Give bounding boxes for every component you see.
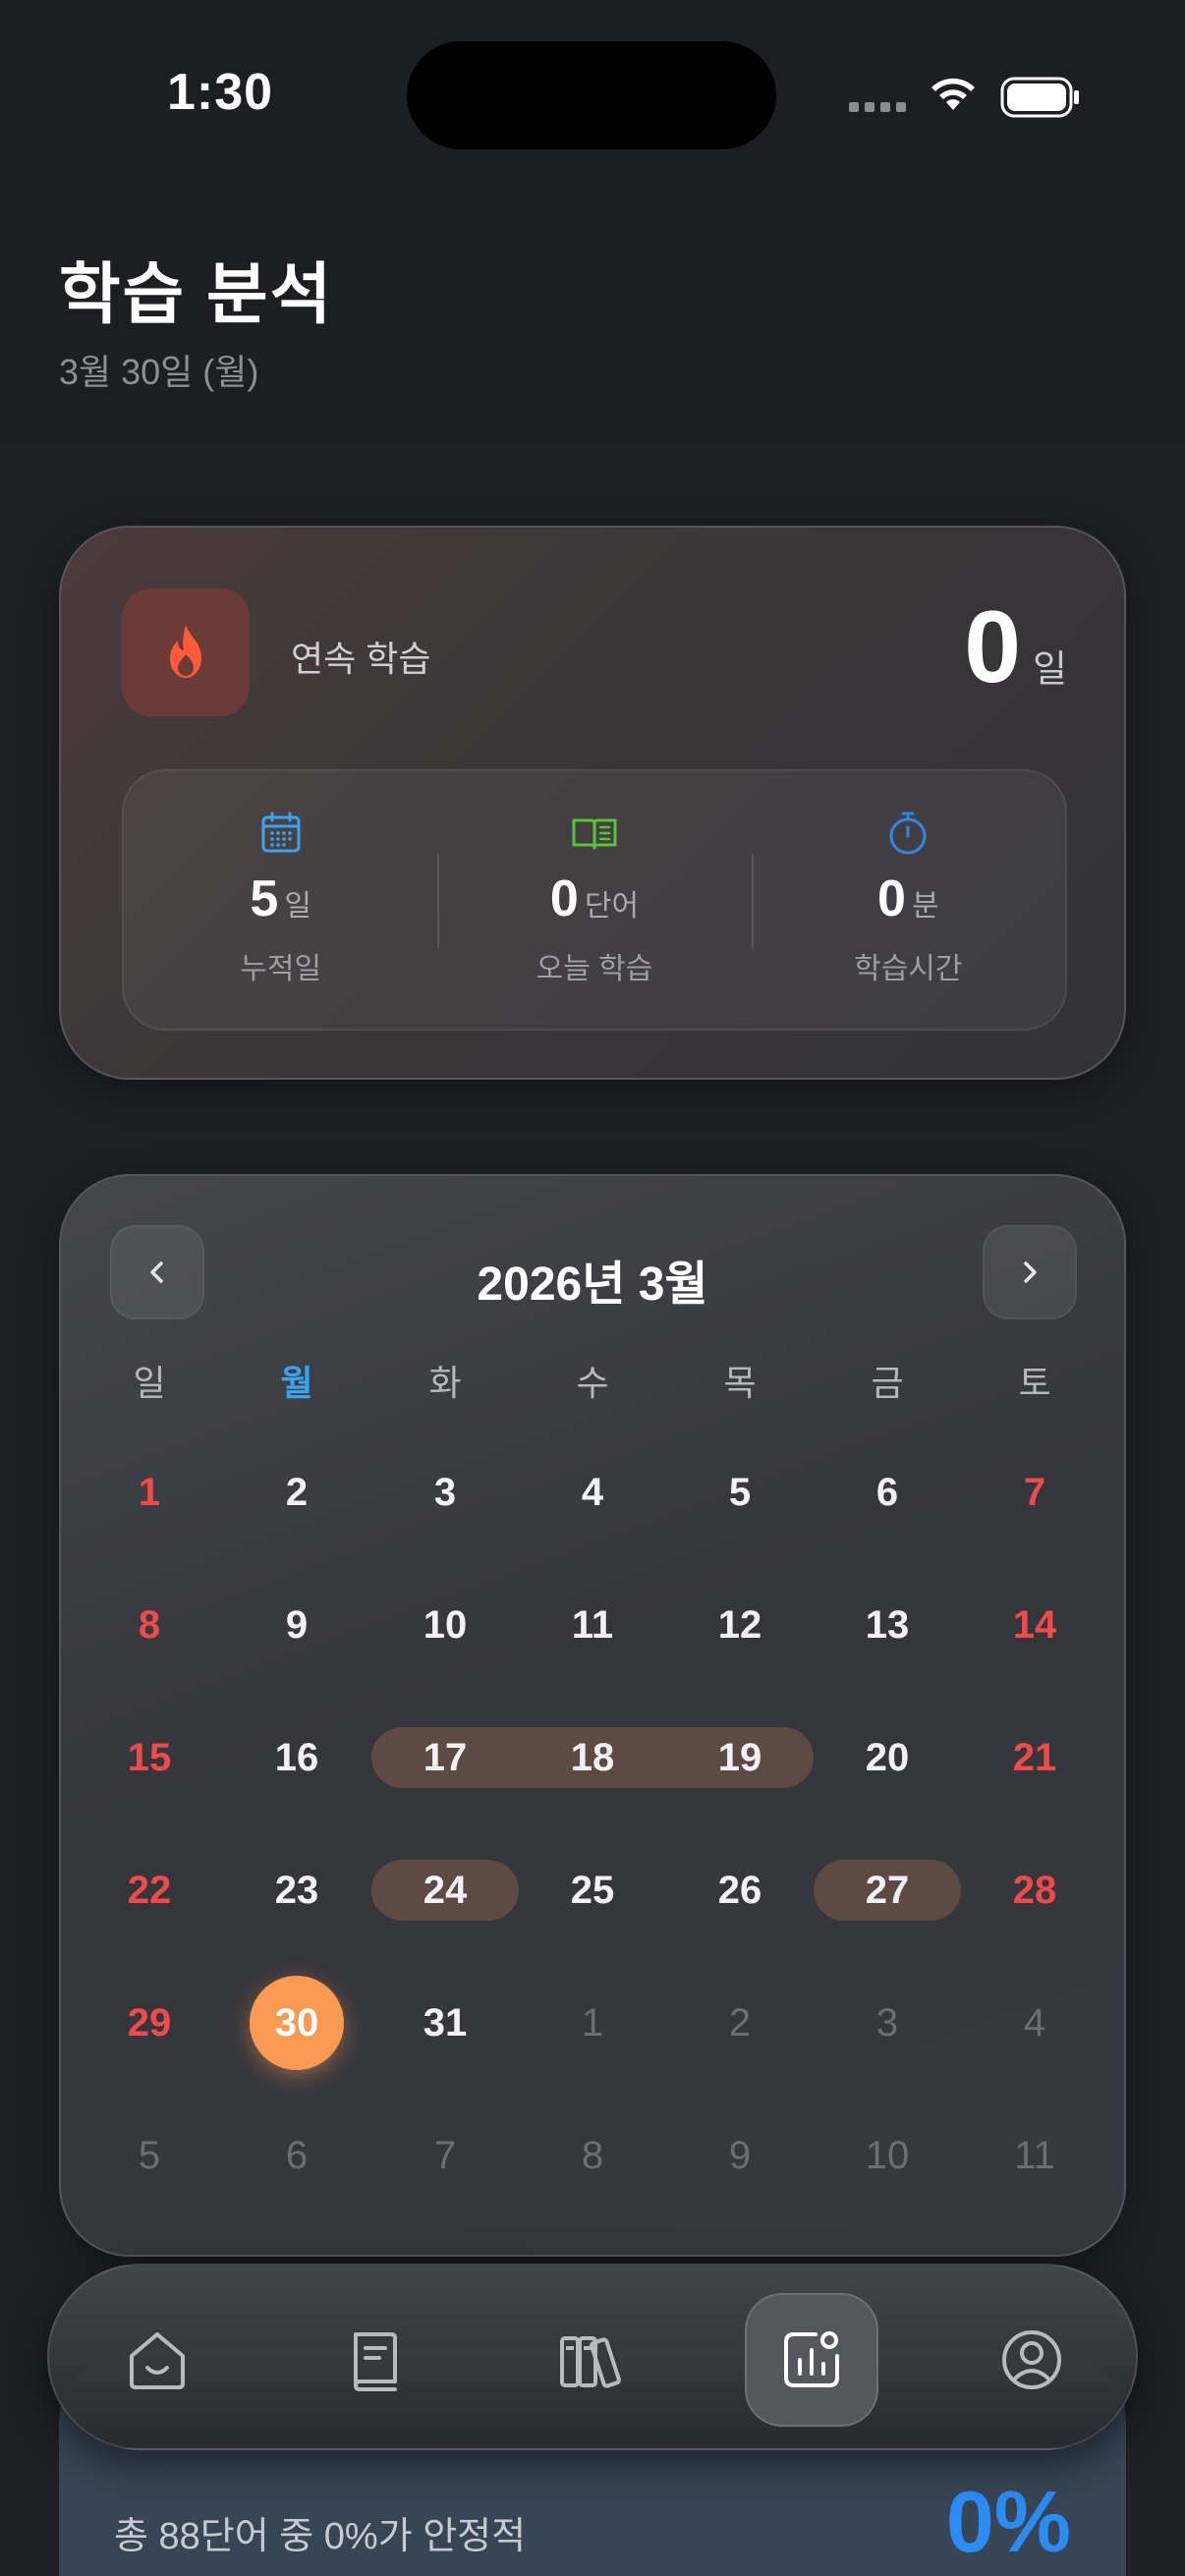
streak-number: 0 <box>964 590 1022 704</box>
page-title: 학습 분석 <box>59 257 334 332</box>
tab-bar <box>47 2264 1138 2450</box>
calendar-day[interactable]: 12 <box>681 1596 799 1654</box>
flame-icon <box>170 625 201 678</box>
calendar-day[interactable]: 17 <box>386 1728 504 1787</box>
calendar-day[interactable]: 11 <box>534 1596 651 1654</box>
tab-wordbook[interactable] <box>307 2293 440 2427</box>
stat-unit: 일 <box>284 890 311 923</box>
flame-badge <box>122 588 250 716</box>
calendar-day[interactable]: 18 <box>534 1728 651 1787</box>
streak-unit: 일 <box>1033 649 1067 691</box>
calendar-day[interactable]: 7 <box>976 1463 1094 1522</box>
calendar-day-outside[interactable]: 7 <box>386 2126 504 2185</box>
stat-unit: 분 <box>911 890 939 923</box>
streak-label: 연속 학습 <box>291 639 431 679</box>
status-time: 1:30 <box>167 64 274 121</box>
mastery-percent: 0% <box>945 2473 1071 2570</box>
calendar-day-outside[interactable]: 3 <box>828 1993 946 2052</box>
tab-library[interactable] <box>523 2293 656 2427</box>
home-icon <box>130 2332 185 2389</box>
books-icon <box>560 2336 621 2388</box>
calendar-day-outside[interactable]: 6 <box>238 2126 356 2185</box>
calendar-day[interactable]: 24 <box>386 1861 504 1920</box>
calendar-day[interactable]: 27 <box>828 1861 946 1920</box>
status-bar: 1:30 <box>0 0 1185 196</box>
calendar-day[interactable]: 14 <box>976 1596 1094 1654</box>
stat-label: 학습시간 <box>854 953 963 985</box>
notebook-icon <box>354 2332 397 2391</box>
stats-box: 5 일 누적일 0 단어 오늘 학습 0 분 학습시간 <box>122 769 1067 1031</box>
stopwatch-icon <box>889 812 927 855</box>
book-open-icon <box>572 818 617 850</box>
tab-analytics[interactable] <box>745 2293 878 2427</box>
calendar-day-outside[interactable]: 9 <box>681 2126 799 2185</box>
calendar-day[interactable]: 5 <box>681 1463 799 1522</box>
tab-home[interactable] <box>90 2293 224 2427</box>
calendar-day[interactable]: 9 <box>238 1596 356 1654</box>
page-date: 3월 30일 (월) <box>59 352 259 392</box>
calendar-day[interactable]: 19 <box>681 1728 799 1787</box>
calendar-day[interactable]: 13 <box>828 1596 946 1654</box>
calendar-day-outside[interactable]: 8 <box>534 2126 651 2185</box>
calendar-day-outside[interactable]: 11 <box>976 2126 1094 2185</box>
calendar-day-outside[interactable]: 4 <box>976 1993 1094 2052</box>
calendar-day[interactable]: 4 <box>534 1463 651 1522</box>
calendar-day[interactable]: 26 <box>681 1861 799 1920</box>
calendar-day[interactable]: 25 <box>534 1861 651 1920</box>
streak-value: 0 일 <box>964 596 1067 699</box>
calendar-day[interactable]: 8 <box>90 1596 208 1654</box>
dynamic-island <box>407 41 776 149</box>
calendar-day[interactable]: 22 <box>90 1861 208 1920</box>
calendar-day[interactable]: 3 <box>386 1463 504 1522</box>
calendar-day-outside[interactable]: 1 <box>534 1993 651 2052</box>
tab-profile[interactable] <box>965 2293 1099 2427</box>
calendar-icon <box>261 812 301 853</box>
profile-icon <box>1002 2330 1061 2389</box>
calendar-day[interactable]: 29 <box>90 1993 208 2052</box>
calendar-day[interactable]: 1 <box>90 1463 208 1522</box>
calendar-day-outside[interactable]: 10 <box>828 2126 946 2185</box>
stat-label: 누적일 <box>240 953 322 985</box>
stat-total-days: 5 일 누적일 <box>124 771 437 1029</box>
calendar-day[interactable]: 6 <box>828 1463 946 1522</box>
calendar-grid: 1 2 3 4 5 6 7 8 9 10 11 12 13 14 15 16 17 18 19 20 21 22 23 24 2… <box>61 1176 1124 2255</box>
stat-value: 5 <box>250 870 279 927</box>
cellular-signal-icon <box>849 102 906 112</box>
stat-study-time: 0 분 학습시간 <box>751 771 1065 1029</box>
battery-icon <box>1000 77 1079 118</box>
calendar-card: 2026년 3월 일월화수목금토 1 2 3 4 5 6 7 8 9 10 11 12 13 14 15 16… <box>59 1174 1126 2257</box>
calendar-day[interactable]: 2 <box>238 1463 356 1522</box>
streak-card: 연속 학습 0 일 5 일 누적일 0 단어 오늘 학습 0 분 학습시간 <box>59 526 1126 1080</box>
calendar-day[interactable]: 28 <box>976 1861 1094 1920</box>
wifi-icon <box>931 78 975 110</box>
calendar-day[interactable]: 30 <box>238 1993 356 2052</box>
mastery-summary: 총 88단어 중 0%가 안정적 <box>114 2516 527 2557</box>
stat-unit: 단어 <box>584 890 640 923</box>
stat-today-words: 0 단어 오늘 학습 <box>437 771 751 1029</box>
calendar-day[interactable]: 31 <box>386 1993 504 2052</box>
calendar-day[interactable]: 10 <box>386 1596 504 1654</box>
calendar-day-outside[interactable]: 2 <box>681 1993 799 2052</box>
calendar-day[interactable]: 23 <box>238 1861 356 1920</box>
stat-label: 오늘 학습 <box>536 953 653 985</box>
calendar-day[interactable]: 16 <box>238 1728 356 1787</box>
calendar-day[interactable]: 21 <box>976 1728 1094 1787</box>
chart-icon <box>784 2331 839 2387</box>
calendar-day-outside[interactable]: 5 <box>90 2126 208 2185</box>
stat-value: 0 <box>877 870 906 927</box>
calendar-day[interactable]: 15 <box>90 1728 208 1787</box>
stat-value: 0 <box>549 870 579 927</box>
calendar-day[interactable]: 20 <box>828 1728 946 1787</box>
